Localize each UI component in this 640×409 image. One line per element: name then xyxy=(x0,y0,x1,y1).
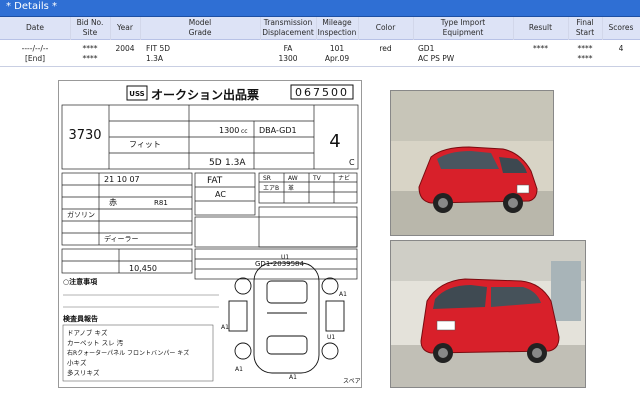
details-titlebar: * Details * xyxy=(0,0,640,17)
sheet-score-sub: C xyxy=(349,158,355,167)
cell-model: FIT 5D 1.3A xyxy=(146,44,171,63)
sheet-cc: cc xyxy=(241,128,248,135)
auction-sheet-image[interactable]: USS オークション出品票 067500 3730 1300 cc DBA-GD… xyxy=(58,80,362,388)
cell-date: ----/--/-- [End] xyxy=(21,44,49,63)
col-year[interactable]: Year xyxy=(110,17,140,39)
damage-mark: A1 xyxy=(235,366,243,373)
col-final[interactable]: Final Start xyxy=(568,17,602,39)
damage-mark: A1 xyxy=(221,324,229,331)
report-line: 小キズ xyxy=(67,358,87,367)
details-panel: * Details * Date Bid No. Site Year Model… xyxy=(0,0,640,409)
sheet-heading: オークション出品票 xyxy=(151,87,259,102)
damage-mark: A1 xyxy=(289,374,297,381)
sheet-color-code: R81 xyxy=(154,199,168,207)
sheet-lot: 3730 xyxy=(68,128,101,143)
sheet-doors: 5D xyxy=(209,158,222,168)
equip-code: TV xyxy=(312,175,322,182)
equip-code: ナビ xyxy=(338,174,350,182)
cell-trans: FA 1300 xyxy=(278,44,298,63)
table-row[interactable]: ----/--/-- [End] **** **** 2004 FIT 5D 1… xyxy=(0,40,640,67)
sheet-number: 067500 xyxy=(295,86,349,99)
col-color[interactable]: Color xyxy=(358,17,413,39)
details-title: * Details * xyxy=(6,1,58,12)
sheet-report-title: 検査員報告 xyxy=(63,314,98,323)
equip-code: 革 xyxy=(288,184,294,192)
report-line: カーペット スレ 汚 xyxy=(67,339,124,347)
sheet-shift: FAT xyxy=(207,176,223,186)
equip-code: AW xyxy=(288,175,298,182)
car-photo-rear[interactable] xyxy=(390,240,586,388)
sheet-disp: 1300 xyxy=(219,126,239,135)
sheet-fuel: ガソリン xyxy=(67,210,95,219)
car-photo-front-svg xyxy=(391,91,553,235)
damage-mark: U1 xyxy=(327,334,335,341)
sheet-aircon: AC xyxy=(215,190,226,199)
cell-scores: 4 xyxy=(618,44,624,53)
col-date[interactable]: Date xyxy=(0,17,70,39)
equip-code: SR xyxy=(263,175,271,182)
sheet-score: 4 xyxy=(329,131,340,152)
damage-mark: U1 xyxy=(281,254,289,261)
col-result[interactable]: Result xyxy=(513,17,568,39)
car-photo-rear-svg xyxy=(391,241,585,387)
col-scores[interactable]: Scores xyxy=(602,17,640,39)
sheet-mileage: 10,450 xyxy=(129,264,157,273)
report-line: 右Rクォーターパネル フロントバンパー キズ xyxy=(67,349,189,357)
cell-result: **** xyxy=(533,44,548,53)
auction-sheet-svg: USS オークション出品票 067500 3730 1300 cc DBA-GD… xyxy=(59,81,361,387)
cell-type: GD1 AC PS PW xyxy=(418,44,455,63)
sheet-notes-title: ○注意事項 xyxy=(63,277,98,286)
col-type[interactable]: Type Import Equipment xyxy=(413,17,513,39)
report-line: 多スリキズ xyxy=(67,368,100,377)
sheet-color-jp: 赤 xyxy=(109,198,117,207)
table-header: Date Bid No. Site Year Model Grade Trans… xyxy=(0,17,640,40)
sheet-shaken: 21 10 07 xyxy=(104,175,140,184)
report-line: ドアノブ キズ xyxy=(67,328,108,337)
sheet-chassis: GD1-2039584 xyxy=(255,260,305,268)
sheet-type-code: DBA-GD1 xyxy=(259,126,297,135)
col-trans[interactable]: Transmission Displacement xyxy=(260,17,316,39)
sheet-dealer: ディーラー xyxy=(104,234,139,243)
sheet-misc: スペア xyxy=(343,378,361,385)
equip-code: エアB xyxy=(263,185,279,192)
cell-mileage: 101 Apr.09 xyxy=(324,44,350,63)
cell-bid: **** **** xyxy=(82,44,98,63)
sheet-model-name: フィット xyxy=(129,140,161,149)
col-bid[interactable]: Bid No. Site xyxy=(70,17,110,39)
sheet-grade: 1.3A xyxy=(225,158,246,168)
damage-mark: A1 xyxy=(339,291,347,298)
cell-final: **** **** xyxy=(577,44,593,63)
cell-color: red xyxy=(379,44,392,53)
col-mileage[interactable]: Mileage Inspection xyxy=(316,17,358,39)
sheet-logo: USS xyxy=(129,90,144,98)
cell-year: 2004 xyxy=(115,44,135,53)
col-model[interactable]: Model Grade xyxy=(140,17,260,39)
car-photo-front[interactable] xyxy=(390,90,554,236)
